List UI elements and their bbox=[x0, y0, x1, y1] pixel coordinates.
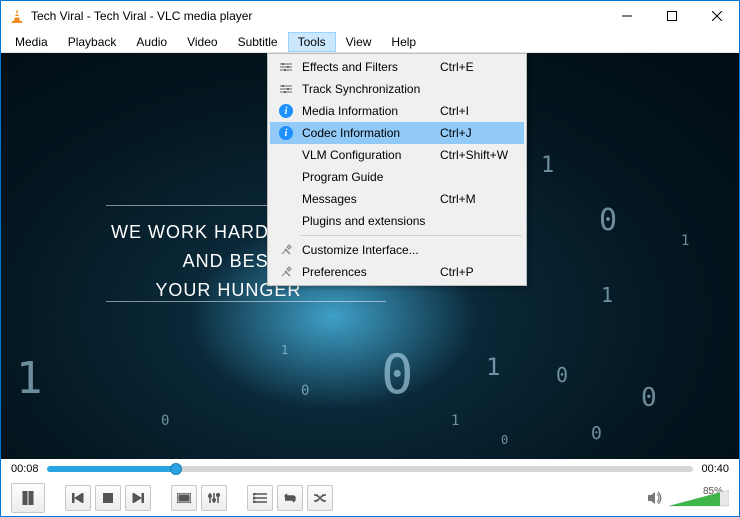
menubar: MediaPlaybackAudioVideoSubtitleToolsView… bbox=[1, 31, 739, 53]
previous-button[interactable] bbox=[65, 485, 91, 511]
menu-item-label: Preferences bbox=[298, 265, 440, 279]
minimize-button[interactable] bbox=[604, 1, 649, 31]
menu-item-shortcut: Ctrl+M bbox=[440, 192, 520, 206]
menu-separator bbox=[300, 235, 522, 236]
seek-knob[interactable] bbox=[170, 463, 182, 475]
video-area[interactable]: 1 0 1 1 0 1 0 0 0 0 0 1 1 0 1 WE WORK HA… bbox=[1, 53, 739, 459]
volume-slider[interactable]: 85% bbox=[669, 488, 729, 508]
time-total: 00:40 bbox=[701, 463, 729, 475]
playlist-button[interactable] bbox=[247, 485, 273, 511]
seek-fill bbox=[47, 466, 176, 472]
menu-item-media-information[interactable]: iMedia InformationCtrl+I bbox=[270, 100, 524, 122]
menu-item-codec-information[interactable]: iCodec InformationCtrl+J bbox=[270, 122, 524, 144]
menu-item-effects-and-filters[interactable]: Effects and FiltersCtrl+E bbox=[270, 56, 524, 78]
menu-video[interactable]: Video bbox=[177, 32, 227, 52]
menu-item-label: Messages bbox=[298, 192, 440, 206]
tools-icon bbox=[274, 243, 298, 257]
vlc-cone-icon bbox=[9, 8, 25, 24]
tools-icon bbox=[274, 265, 298, 279]
info-icon: i bbox=[274, 126, 298, 140]
menu-view[interactable]: View bbox=[336, 32, 382, 52]
menu-media[interactable]: Media bbox=[5, 32, 58, 52]
menu-item-customize-interface[interactable]: Customize Interface... bbox=[270, 239, 524, 261]
titlebar: Tech Viral - Tech Viral - VLC media play… bbox=[1, 1, 739, 31]
menu-item-shortcut: Ctrl+I bbox=[440, 104, 520, 118]
shuffle-button[interactable] bbox=[307, 485, 333, 511]
time-current: 00:08 bbox=[11, 463, 39, 475]
menu-item-label: Customize Interface... bbox=[298, 243, 440, 257]
menu-item-track-synchronization[interactable]: Track Synchronization bbox=[270, 78, 524, 100]
menu-item-shortcut: Ctrl+J bbox=[440, 126, 520, 140]
extended-settings-button[interactable] bbox=[201, 485, 227, 511]
menu-item-preferences[interactable]: PreferencesCtrl+P bbox=[270, 261, 524, 283]
next-button[interactable] bbox=[125, 485, 151, 511]
menu-item-label: Track Synchronization bbox=[298, 82, 440, 96]
menu-playback[interactable]: Playback bbox=[58, 32, 127, 52]
menu-item-label: Program Guide bbox=[298, 170, 440, 184]
close-button[interactable] bbox=[694, 1, 739, 31]
menu-subtitle[interactable]: Subtitle bbox=[228, 32, 288, 52]
menu-item-shortcut: Ctrl+Shift+W bbox=[440, 148, 520, 162]
maximize-button[interactable] bbox=[649, 1, 694, 31]
vlc-window: Tech Viral - Tech Viral - VLC media play… bbox=[0, 0, 740, 517]
sliders-icon bbox=[274, 62, 298, 72]
menu-item-messages[interactable]: MessagesCtrl+M bbox=[270, 188, 524, 210]
info-icon: i bbox=[274, 104, 298, 118]
fullscreen-button[interactable] bbox=[171, 485, 197, 511]
window-title: Tech Viral - Tech Viral - VLC media play… bbox=[31, 9, 604, 23]
menu-item-vlm-configuration[interactable]: VLM ConfigurationCtrl+Shift+W bbox=[270, 144, 524, 166]
menu-item-shortcut: Ctrl+E bbox=[440, 60, 520, 74]
menu-help[interactable]: Help bbox=[381, 32, 426, 52]
loop-button[interactable] bbox=[277, 485, 303, 511]
volume-control[interactable]: 85% bbox=[647, 488, 729, 508]
stop-button[interactable] bbox=[95, 485, 121, 511]
sliders-icon bbox=[274, 84, 298, 94]
speaker-icon bbox=[647, 491, 663, 505]
tools-dropdown: Effects and FiltersCtrl+ETrack Synchroni… bbox=[267, 53, 527, 286]
menu-item-plugins-and-extensions[interactable]: Plugins and extensions bbox=[270, 210, 524, 232]
controls-bar: 00:08 00:40 85% bbox=[1, 459, 739, 516]
menu-audio[interactable]: Audio bbox=[126, 32, 177, 52]
menu-item-shortcut: Ctrl+P bbox=[440, 265, 520, 279]
menu-item-program-guide[interactable]: Program Guide bbox=[270, 166, 524, 188]
menu-item-label: Media Information bbox=[298, 104, 440, 118]
menu-item-label: VLM Configuration bbox=[298, 148, 440, 162]
overlay-divider bbox=[106, 301, 386, 302]
pause-button[interactable] bbox=[11, 483, 45, 513]
menu-tools[interactable]: Tools bbox=[288, 32, 336, 52]
menu-item-label: Effects and Filters bbox=[298, 60, 440, 74]
menu-item-label: Codec Information bbox=[298, 126, 440, 140]
seek-bar[interactable] bbox=[47, 466, 694, 472]
menu-item-label: Plugins and extensions bbox=[298, 214, 440, 228]
